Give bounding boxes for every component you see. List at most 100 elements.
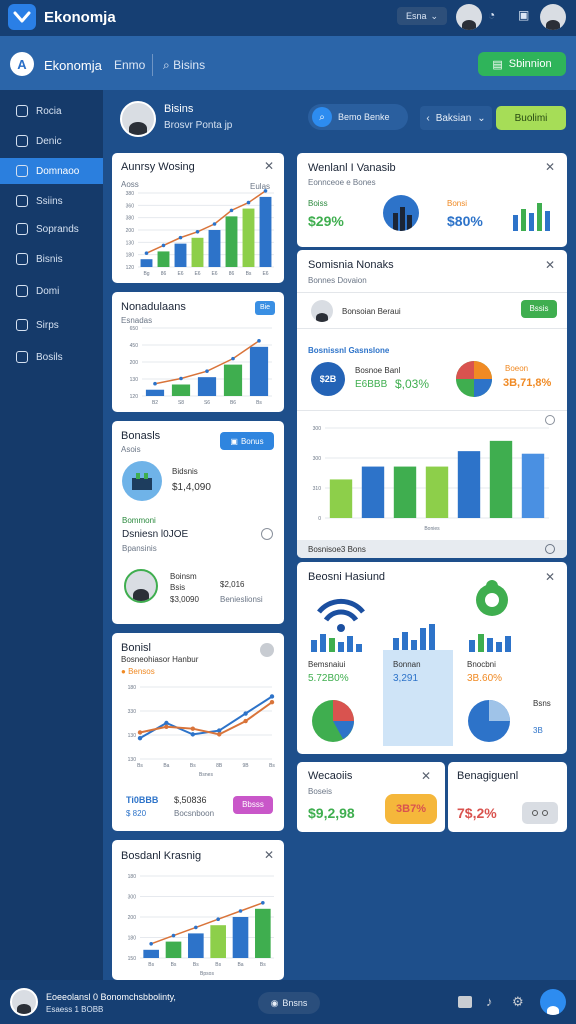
data-point: [164, 724, 169, 729]
data-point: [205, 369, 209, 373]
image-icon[interactable]: [458, 996, 472, 1008]
close-icon[interactable]: ✕: [545, 570, 555, 584]
section-label: Bommoni: [122, 516, 156, 525]
sidebar-item-domnaoo[interactable]: Domnaoo: [0, 158, 103, 184]
profile-button[interactable]: [540, 989, 566, 1015]
search-pill[interactable]: ⌕ Bemo Benke: [308, 104, 408, 130]
x-tick-label: S8: [178, 400, 184, 406]
row-value-1: E6BBB: [355, 379, 388, 390]
sidebar-item-denic[interactable]: Denic: [0, 128, 103, 154]
user-avatar[interactable]: [10, 988, 38, 1016]
card-subtitle: Boseis: [308, 787, 333, 796]
card-title: Wenlanl I Vanasib: [308, 162, 396, 174]
x-axis-label: Bsnes: [199, 772, 213, 778]
person-avatar[interactable]: [311, 300, 333, 322]
pie-chart-blue: [468, 700, 510, 742]
x-tick-label: B2: [152, 400, 158, 406]
bar-chart-2: 650 450 200 130 120 B2 S8 S6 B6 Bs: [130, 326, 272, 406]
person-avatar[interactable]: [124, 569, 158, 603]
data-point: [212, 222, 217, 226]
sidebar-item-rocia[interactable]: Rocia: [0, 98, 103, 124]
close-icon[interactable]: ✕: [264, 159, 274, 173]
data-point: [137, 735, 143, 741]
settings-icon[interactable]: ⚙: [512, 994, 524, 1010]
card-title: Beosni Hasiund: [308, 571, 386, 583]
close-icon[interactable]: ✕: [545, 258, 555, 272]
card-button[interactable]: Bssis: [521, 300, 557, 318]
y-tick-label: 200: [130, 360, 139, 366]
message-icon[interactable]: ▣: [518, 8, 529, 22]
card-value: 7$,2%: [457, 805, 497, 821]
bar-chart-overview: 300 300 310 0 Bonies: [313, 426, 549, 532]
status-line-1: Eoeeolansl 0 Bonomchsbbolinty,: [46, 992, 176, 1002]
x-tick-label: E6: [211, 271, 217, 277]
sidebar-item-soprands[interactable]: Soprands: [0, 216, 103, 242]
bar: [188, 933, 204, 958]
bell-icon[interactable]: ◔: [488, 8, 495, 22]
close-icon[interactable]: ✕: [264, 848, 274, 862]
settings-icon[interactable]: [260, 643, 274, 657]
footer-button[interactable]: Bbsss: [233, 796, 273, 814]
sidebar-item-sirps[interactable]: Sirps: [0, 312, 103, 338]
recycle-icon: [469, 580, 511, 652]
card-subtitle: Aoss: [121, 180, 139, 189]
chevron-down-icon: ⌄: [430, 10, 439, 21]
info-icon[interactable]: [545, 544, 555, 554]
close-icon[interactable]: ✕: [421, 769, 431, 783]
card-button[interactable]: ▣ Bonus: [220, 432, 274, 450]
user-avatar[interactable]: [540, 4, 566, 30]
header-action-button[interactable]: ▤ Sbinnion: [478, 52, 566, 76]
toggle-icon[interactable]: [522, 802, 558, 824]
y-tick-label: 150: [128, 956, 137, 962]
x-tick-label: Bs: [260, 962, 266, 968]
row-badge: $2B: [311, 362, 345, 396]
data-point: [195, 229, 200, 234]
header-menu-item[interactable]: Enmo: [114, 58, 145, 72]
chat-button[interactable]: ◉ Bnsns: [258, 992, 320, 1014]
x-tick-label: Ba: [163, 763, 169, 769]
top-dropdown[interactable]: Esna ⌄: [397, 7, 447, 25]
status-line-2: Esaess 1 BOBB: [46, 1005, 104, 1014]
document-icon: [16, 135, 28, 147]
sidebar-item-ssiins[interactable]: Ssiins: [0, 188, 103, 214]
brand-name: Ekonomja: [44, 58, 102, 73]
microphone-icon[interactable]: ♪: [486, 994, 493, 1009]
divider: [297, 410, 567, 411]
bar: [140, 259, 153, 267]
sidebar-item-bosils[interactable]: Bosils: [0, 344, 103, 370]
card-badge[interactable]: Bie: [255, 301, 275, 315]
person-value-1: $2,016: [220, 580, 245, 589]
data-point: [238, 909, 243, 913]
profile-avatar[interactable]: [120, 101, 156, 137]
section-title: Dsniesn l0JOE: [122, 529, 189, 540]
legend-label-2: 3B: [533, 726, 543, 735]
chevron-down-icon: ⌄: [477, 112, 486, 124]
clock-icon[interactable]: [261, 528, 273, 540]
bar: [242, 208, 255, 267]
data-point: [243, 711, 248, 716]
data-point: [149, 942, 153, 946]
metric-value-1: $29%: [308, 213, 344, 229]
data-point: [144, 251, 149, 256]
header-search[interactable]: ⌕ Bisins: [163, 58, 205, 73]
settings-icon: [16, 319, 28, 331]
top-dropdown-label: Esna: [405, 11, 427, 21]
sidebar-item-domi[interactable]: Domi: [0, 278, 103, 304]
avatar[interactable]: [456, 4, 482, 30]
y-tick-label: 0: [318, 516, 321, 522]
primary-action-button[interactable]: Buolimi: [496, 106, 566, 130]
x-tick-label: E6: [194, 271, 200, 277]
y-tick-label: 650: [130, 326, 139, 332]
data-point: [164, 720, 169, 726]
data-point: [171, 933, 176, 938]
bar: [165, 941, 182, 958]
x-tick-label: Bg: [143, 271, 149, 277]
x-tick-label: B6: [230, 400, 236, 406]
card-subtitle: Eonnceoe e Bones: [308, 178, 376, 187]
filter-dropdown[interactable]: ‹ Baksian ⌄: [420, 106, 492, 130]
overview-card: Somisnia Nonaks ✕ Bonnes Dovaion Bonsoia…: [297, 250, 567, 558]
sidebar-item-bisnis[interactable]: Bisnis: [0, 246, 103, 272]
close-icon[interactable]: ✕: [545, 160, 555, 174]
bar: [489, 440, 513, 518]
bar: [521, 453, 545, 518]
